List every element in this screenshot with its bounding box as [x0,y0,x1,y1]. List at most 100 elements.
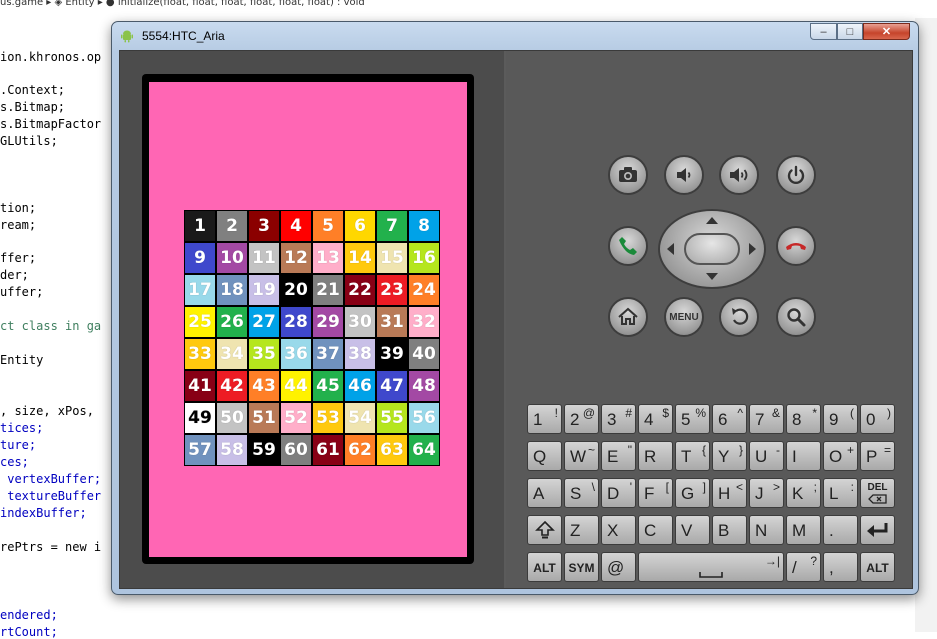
key-sym[interactable]: SYM [564,552,599,582]
code-line[interactable]: s.Bitmap; [0,100,65,114]
dpad-left-arrow[interactable] [667,243,674,255]
key-3[interactable]: 3 # [601,404,636,434]
key-m[interactable]: M [786,515,821,545]
home-button[interactable] [608,297,648,337]
key-enter[interactable] [860,515,895,545]
key-t[interactable]: T{ [675,441,710,471]
code-line[interactable]: GLUtils; [0,134,58,148]
key-del[interactable]: DEL [860,478,895,508]
key-b[interactable]: B [712,515,747,545]
code-line[interactable]: ffer; [0,251,36,265]
code-line[interactable]: s.BitmapFactor [0,117,101,131]
code-line[interactable]: endered; [0,608,58,622]
minimize-button[interactable]: – [810,23,837,40]
key-x[interactable]: X [601,515,636,545]
code-line[interactable]: vertexBuffer; [0,472,101,486]
key-6[interactable]: 6 ^ [712,404,747,434]
end-call-icon [786,243,806,250]
number-tile: 12 [280,242,312,274]
device-screen[interactable]: 1 2 3 4 5 6 7 8 9 10 11 12 13 14 15 16 17 18 19 20 21 22 23 24 2… [149,82,467,557]
key-y[interactable]: Y} [712,441,747,471]
key-c[interactable]: C [638,515,673,545]
key-i[interactable]: I [786,441,821,471]
key-g[interactable]: G] [675,478,710,508]
key-4[interactable]: 4 $ [638,404,673,434]
key-1[interactable]: 1! [527,404,562,434]
code-line[interactable]: uffer; [0,285,43,299]
dpad-down-arrow[interactable] [706,273,718,280]
key-a[interactable]: A [527,478,562,508]
dpad-up-arrow[interactable] [706,217,718,224]
dpad-center-button[interactable] [684,233,740,265]
code-line[interactable]: indexBuffer; [0,506,87,520]
key-comma[interactable]: , [823,552,858,582]
code-line[interactable]: ct class in ga [0,319,101,333]
key-s[interactable]: S \ [564,478,599,508]
maximize-button[interactable]: □ [837,23,863,40]
key-k[interactable]: K; [786,478,821,508]
camera-button[interactable] [608,155,648,195]
menu-button[interactable]: MENU [664,297,704,337]
key-9[interactable]: 9( [823,404,858,434]
key-z[interactable]: Z [564,515,599,545]
key-alt-label: $ [662,406,669,420]
code-line[interactable]: der; [0,268,29,282]
key-alt-label: ' [629,480,632,494]
code-line[interactable]: ces; [0,455,29,469]
key-o[interactable]: O + [823,441,858,471]
key-alt-left[interactable]: ALT [527,552,562,582]
key-u[interactable]: U- [749,441,784,471]
close-button[interactable]: ✕ [863,23,910,40]
key-w[interactable]: W ~ [564,441,599,471]
enter-icon [866,523,887,537]
key-p[interactable]: P = [860,441,895,471]
code-line[interactable]: ream; [0,218,36,232]
code-line[interactable]: , size, xPos, [0,404,94,418]
key-at[interactable]: @ [601,552,636,582]
number-tile: 50 [216,402,248,434]
code-line[interactable]: tion; [0,201,36,215]
key-0[interactable]: 0) [860,404,895,434]
code-line[interactable]: rePtrs = new i [0,540,101,554]
end-call-button[interactable] [776,226,816,266]
key-8[interactable]: 8 * [786,404,821,434]
back-icon [732,308,749,325]
key-2[interactable]: 2 @ [564,404,599,434]
code-line[interactable]: .Context; [0,83,65,97]
key-shift[interactable] [527,515,562,545]
key-slash[interactable]: /? [786,552,821,582]
code-line[interactable]: textureBuffer [0,489,101,503]
key-e[interactable]: E " [601,441,636,471]
key-l[interactable]: L: [823,478,858,508]
title-bar[interactable]: 5554:HTC_Aria – □ ✕ [112,22,918,50]
key-f[interactable]: F[ [638,478,673,508]
code-line[interactable]: ture; [0,438,36,452]
code-line[interactable]: rtCount; [0,625,58,639]
key-7[interactable]: 7 & [749,404,784,434]
key-h[interactable]: H < [712,478,747,508]
key-d[interactable]: D ' [601,478,636,508]
editor-breadcrumb[interactable]: us.game ▸ ◈ Entity ▸ ● initialize(float,… [0,0,430,10]
call-button[interactable] [608,226,648,266]
dpad-right-arrow[interactable] [749,243,756,255]
back-button[interactable] [719,297,759,337]
volume-down-button[interactable] [664,155,704,195]
key-r[interactable]: R [638,441,673,471]
key-v[interactable]: V [675,515,710,545]
number-tile-grid[interactable]: 1 2 3 4 5 6 7 8 9 10 11 12 13 14 15 16 17 18 19 20 21 22 23 24 2… [184,210,440,466]
key-period[interactable]: . [823,515,858,545]
search-button[interactable] [776,297,816,337]
code-line[interactable]: tices; [0,421,43,435]
volume-up-button[interactable] [719,155,759,195]
key-j[interactable]: J > [749,478,784,508]
key-alt-right[interactable]: ALT [860,552,895,582]
key-n[interactable]: N [749,515,784,545]
dpad[interactable] [658,209,766,289]
key-5[interactable]: 5% [675,404,710,434]
code-line[interactable]: ion.khronos.op [0,50,101,64]
power-button[interactable] [776,155,816,195]
key-space[interactable]: →| [638,552,784,582]
number-tile: 55 [376,402,408,434]
code-line[interactable]: Entity [0,353,43,367]
key-q[interactable]: Q [527,441,562,471]
